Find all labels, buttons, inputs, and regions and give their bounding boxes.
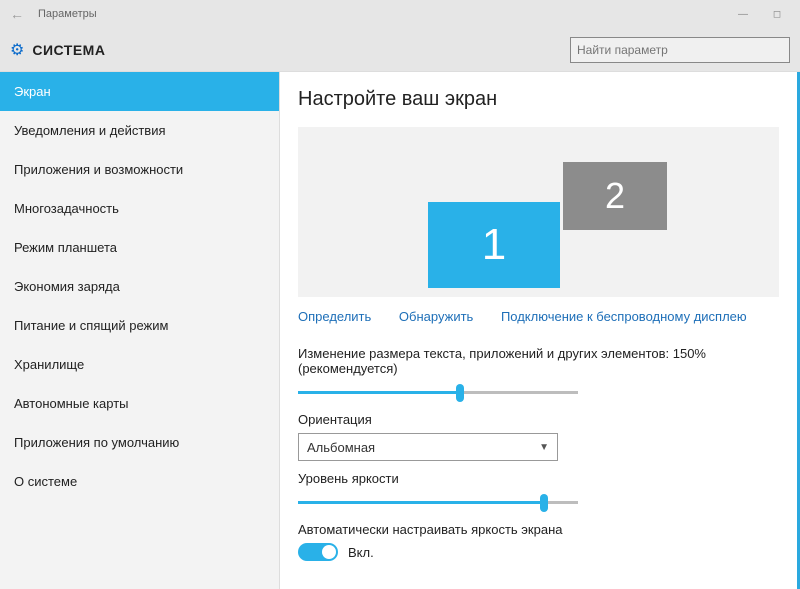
chevron-down-icon: ▼ bbox=[539, 442, 549, 453]
sidebar-item-offline-maps[interactable]: Автономные карты bbox=[0, 384, 279, 423]
wireless-display-link[interactable]: Подключение к беспроводному дисплею bbox=[501, 309, 747, 324]
orientation-label: Ориентация bbox=[298, 412, 779, 427]
sidebar-item-tablet-mode[interactable]: Режим планшета bbox=[0, 228, 279, 267]
detect-link[interactable]: Обнаружить bbox=[399, 309, 473, 324]
toggle-state-label: Вкл. bbox=[348, 545, 374, 560]
auto-brightness-label: Автоматически настраивать яркость экрана bbox=[298, 522, 779, 537]
sidebar-item-multitasking[interactable]: Многозадачность bbox=[0, 189, 279, 228]
gear-icon: ⚙ bbox=[10, 40, 24, 60]
monitor-2[interactable]: 2 bbox=[563, 162, 667, 230]
maximize-button[interactable]: ◻ bbox=[760, 9, 794, 20]
brightness-slider[interactable] bbox=[298, 492, 578, 512]
sidebar: Экран Уведомления и действия Приложения … bbox=[0, 72, 280, 589]
auto-brightness-toggle[interactable] bbox=[298, 543, 338, 561]
back-button[interactable]: ← bbox=[6, 6, 28, 22]
minimize-button[interactable]: — bbox=[726, 9, 760, 20]
sidebar-item-battery-saver[interactable]: Экономия заряда bbox=[0, 267, 279, 306]
sidebar-item-default-apps[interactable]: Приложения по умолчанию bbox=[0, 423, 279, 462]
brightness-label: Уровень яркости bbox=[298, 471, 779, 486]
monitor-1[interactable]: 1 bbox=[428, 202, 560, 288]
orientation-select[interactable]: Альбомная ▼ bbox=[298, 433, 558, 461]
sidebar-item-apps-features[interactable]: Приложения и возможности bbox=[0, 150, 279, 189]
display-links: Определить Обнаружить Подключение к бесп… bbox=[298, 303, 779, 338]
header-title: СИСТЕМА bbox=[32, 42, 105, 58]
header: ⚙ СИСТЕМА bbox=[0, 28, 800, 72]
sidebar-item-storage[interactable]: Хранилище bbox=[0, 345, 279, 384]
scale-label: Изменение размера текста, приложений и д… bbox=[298, 346, 779, 376]
orientation-value: Альбомная bbox=[307, 440, 375, 455]
toggle-knob bbox=[322, 545, 336, 559]
scale-slider[interactable] bbox=[298, 382, 578, 402]
sidebar-item-notifications[interactable]: Уведомления и действия bbox=[0, 111, 279, 150]
titlebar: ← Параметры — ◻ bbox=[0, 0, 800, 28]
main-content: Настройте ваш экран 2 1 Определить Обнар… bbox=[280, 72, 800, 589]
sidebar-item-display[interactable]: Экран bbox=[0, 72, 279, 111]
sidebar-item-about[interactable]: О системе bbox=[0, 462, 279, 501]
monitor-layout[interactable]: 2 1 bbox=[298, 127, 779, 297]
search-input[interactable] bbox=[570, 37, 790, 63]
identify-link[interactable]: Определить bbox=[298, 309, 371, 324]
sidebar-item-power-sleep[interactable]: Питание и спящий режим bbox=[0, 306, 279, 345]
page-title: Настройте ваш экран bbox=[298, 88, 779, 111]
window-title: Параметры bbox=[38, 8, 97, 20]
